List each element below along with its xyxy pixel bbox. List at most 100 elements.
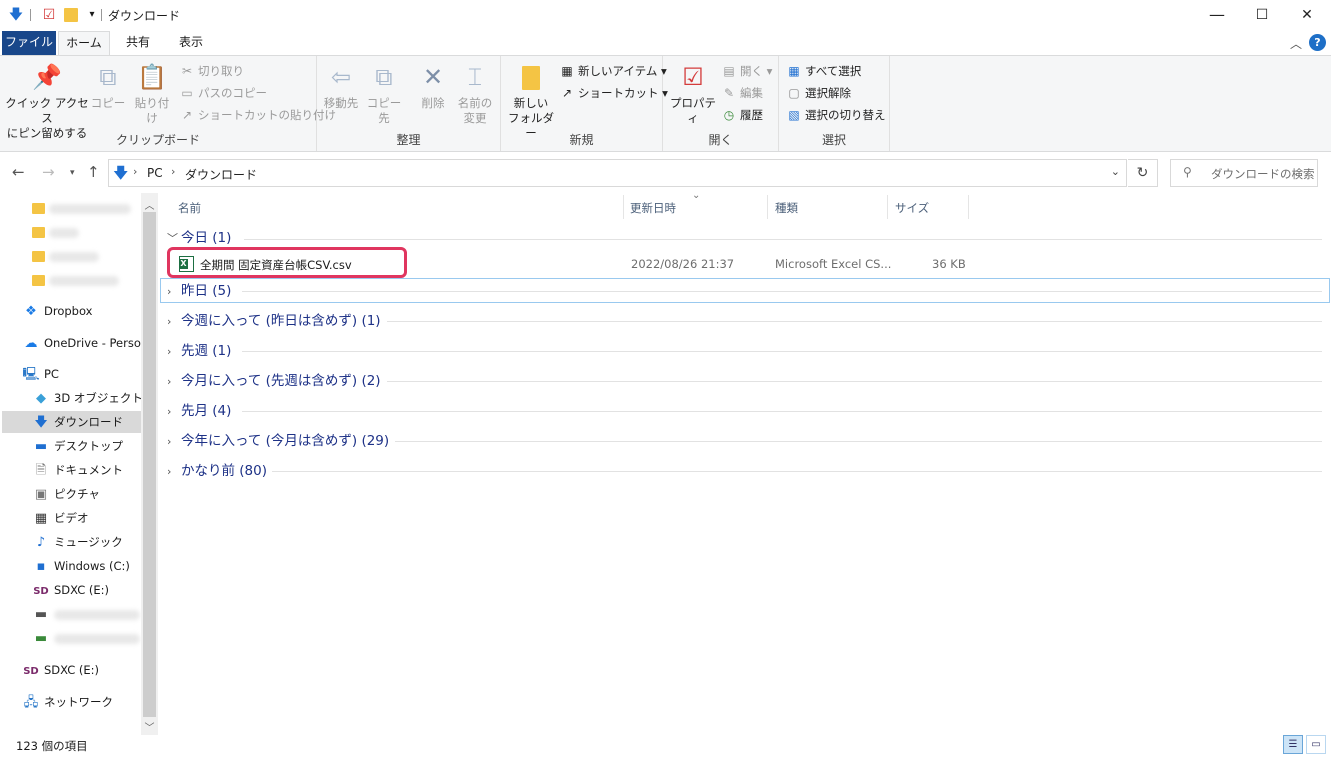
computer-icon: 🖳	[22, 367, 40, 382]
nav-item-3d-objects[interactable]: ◆ 3D オブジェクト	[32, 387, 143, 409]
column-divider[interactable]	[968, 195, 969, 219]
group-header-this-month[interactable]: › 今月に入って (先週は含めず) (2)	[167, 370, 381, 392]
rename-button[interactable]: ⌶ 名前の 変更	[455, 62, 495, 126]
scroll-up-icon[interactable]: ︿	[141, 197, 158, 212]
open-button[interactable]: ▤ 開く ▾	[721, 63, 772, 79]
copy-path-button[interactable]: ▭ パスのコピー	[179, 85, 267, 101]
chevron-right-icon[interactable]: ›	[133, 165, 137, 178]
paste-shortcut-button[interactable]: ↗ ショートカットの貼り付け	[179, 107, 336, 123]
tab-view[interactable]: 表示	[166, 31, 216, 55]
group-divider	[244, 239, 1322, 240]
scrollbar-thumb[interactable]	[143, 212, 156, 717]
new-item-button[interactable]: ▦ 新しいアイテム ▾	[559, 63, 666, 79]
nav-label-3d-objects: 3D オブジェクト	[54, 391, 143, 405]
clipboard-group: 📌 クイック アクセス にピン留めする ⧉ コピー 📋 貼り付け ✂ 切り取り ▭…	[0, 56, 336, 151]
nav-label-pictures: ピクチャ	[54, 487, 100, 501]
scissors-icon: ✂	[181, 64, 193, 78]
up-arrow-icon[interactable]: ↑	[87, 163, 100, 181]
title-bar: 🡇 ☑ ▾ ダウンロード — ☐ ✕	[0, 0, 1331, 31]
nav-item-videos[interactable]: ▦ ビデオ	[32, 507, 89, 529]
nav-item-blurred-folder[interactable]	[32, 245, 99, 267]
copy-button[interactable]: ⧉ コピー	[90, 62, 126, 111]
scroll-down-icon[interactable]: ﹀	[141, 719, 158, 734]
nav-item-windows-c[interactable]: ▪ Windows (C:)	[32, 555, 130, 577]
back-arrow-icon[interactable]: ←	[12, 163, 25, 181]
select-all-button[interactable]: ▦ すべて選択	[786, 63, 861, 79]
refresh-button[interactable]: ↻	[1128, 159, 1158, 187]
edit-button[interactable]: ✎ 編集	[721, 85, 763, 101]
group-header-this-year[interactable]: › 今年に入って (今月は含めず) (29)	[167, 430, 389, 452]
address-bar[interactable]: 🡇 › PC › ダウンロード ⌄	[108, 159, 1127, 187]
history-button[interactable]: ◷ 履歴	[721, 107, 763, 123]
paste-button[interactable]: 📋 貼り付け	[130, 62, 174, 126]
shortcut-button[interactable]: ↗ ショートカット ▾	[559, 85, 668, 101]
nav-item-onedrive[interactable]: ☁ OneDrive - Person	[22, 332, 149, 354]
pin-quick-access-button[interactable]: 📌 クイック アクセス にピン留めする	[4, 62, 90, 141]
copy-path-label: パスのコピー	[198, 86, 267, 100]
forward-arrow-icon[interactable]: →	[42, 163, 55, 181]
new-folder-icon[interactable]	[63, 6, 79, 24]
select-none-button[interactable]: ▢ 選択解除	[786, 85, 851, 101]
properties-check-icon[interactable]: ☑	[41, 6, 57, 24]
chevron-down-icon[interactable]: ⌄	[1111, 165, 1120, 178]
delete-button[interactable]: ✕ 削除	[413, 62, 453, 111]
details-view-icon[interactable]: ☰	[1283, 735, 1303, 754]
nav-item-downloads[interactable]: 🡇 ダウンロード	[2, 411, 141, 433]
recent-locations-chevron-icon[interactable]: ▾	[70, 168, 75, 178]
breadcrumb-downloads[interactable]: ダウンロード	[185, 166, 257, 183]
open-group: ☑ プロパティ ▤ 開く ▾ ✎ 編集 ◷ 履歴 開く	[663, 56, 779, 151]
column-header-size[interactable]: サイズ	[895, 200, 929, 216]
copy-to-label: コピー先	[366, 96, 402, 125]
nav-label-downloads: ダウンロード	[54, 415, 123, 429]
column-divider[interactable]	[887, 195, 888, 219]
nav-item-blurred-network-drive[interactable]: ▬	[32, 627, 140, 649]
nav-item-sdxc-e-root[interactable]: SD SDXC (E:)	[22, 659, 99, 681]
nav-pane-scrollbar[interactable]: ︿ ﹀	[141, 193, 158, 735]
column-divider[interactable]	[623, 195, 624, 219]
nav-item-blurred-drive[interactable]: ▬	[32, 603, 140, 625]
nav-item-sdxc-e[interactable]: SD SDXC (E:)	[32, 579, 109, 601]
close-button[interactable]: ✕	[1284, 0, 1330, 31]
cut-button[interactable]: ✂ 切り取り	[179, 63, 244, 79]
quick-access-dropdown-icon[interactable]: ▾	[84, 6, 100, 24]
minimize-button[interactable]: —	[1194, 0, 1240, 31]
new-item-label: 新しいアイテム	[578, 64, 658, 78]
group-header-today[interactable]: ﹀ 今日 (1)	[167, 227, 231, 249]
nav-item-blurred-folder[interactable]	[32, 269, 119, 291]
nav-item-network[interactable]: 🖧 ネットワーク	[22, 691, 113, 713]
tab-share[interactable]: 共有	[114, 31, 162, 55]
nav-item-blurred-folder[interactable]	[32, 197, 131, 219]
nav-item-blurred-folder[interactable]	[32, 221, 79, 243]
nav-item-pictures[interactable]: ▣ ピクチャ	[32, 483, 100, 505]
search-input[interactable]: ⚲ ダウンロードの検索	[1170, 159, 1318, 187]
group-header-last-week[interactable]: › 先週 (1)	[167, 340, 231, 362]
nav-item-pc[interactable]: 🖳 PC	[22, 363, 59, 385]
nav-item-desktop[interactable]: ▬ デスクトップ	[32, 435, 123, 457]
group-header-this-week[interactable]: › 今週に入って (昨日は含めず) (1)	[167, 310, 381, 332]
copy-to-button[interactable]: ⧉ コピー先	[363, 62, 405, 126]
invert-selection-button[interactable]: ▧ 選択の切り替え	[786, 107, 885, 123]
large-icons-view-icon[interactable]: ▭	[1306, 735, 1326, 754]
nav-item-music[interactable]: ♪ ミュージック	[32, 531, 123, 553]
nav-item-dropbox[interactable]: ❖ Dropbox	[22, 300, 92, 322]
properties-button[interactable]: ☑ プロパティ	[667, 62, 719, 126]
column-header-modified[interactable]: 更新日時	[630, 200, 676, 216]
maximize-button[interactable]: ☐	[1239, 0, 1285, 31]
group-header-yesterday[interactable]: › 昨日 (5)	[167, 280, 231, 302]
column-header-type[interactable]: 種類	[775, 200, 798, 216]
paste-label: 貼り付け	[134, 96, 170, 125]
nav-item-documents[interactable]: 🗎 ドキュメント	[32, 459, 123, 481]
group-divider	[242, 291, 1322, 292]
chevron-right-icon[interactable]: ›	[171, 165, 175, 178]
tab-home[interactable]: ホーム	[58, 31, 110, 56]
group-header-last-month[interactable]: › 先月 (4)	[167, 400, 231, 422]
help-icon[interactable]: ?	[1309, 34, 1326, 51]
group-header-long-ago[interactable]: › かなり前 (80)	[167, 460, 267, 482]
tab-file[interactable]: ファイル	[2, 31, 56, 55]
column-divider[interactable]	[767, 195, 768, 219]
new-folder-button[interactable]: 新しい フォルダー	[507, 62, 555, 141]
move-to-button[interactable]: ⇦ 移動先	[321, 62, 361, 111]
breadcrumb-pc[interactable]: PC	[147, 166, 163, 180]
chevron-up-icon[interactable]: ︿	[1290, 35, 1302, 52]
column-header-name[interactable]: 名前	[178, 200, 201, 216]
